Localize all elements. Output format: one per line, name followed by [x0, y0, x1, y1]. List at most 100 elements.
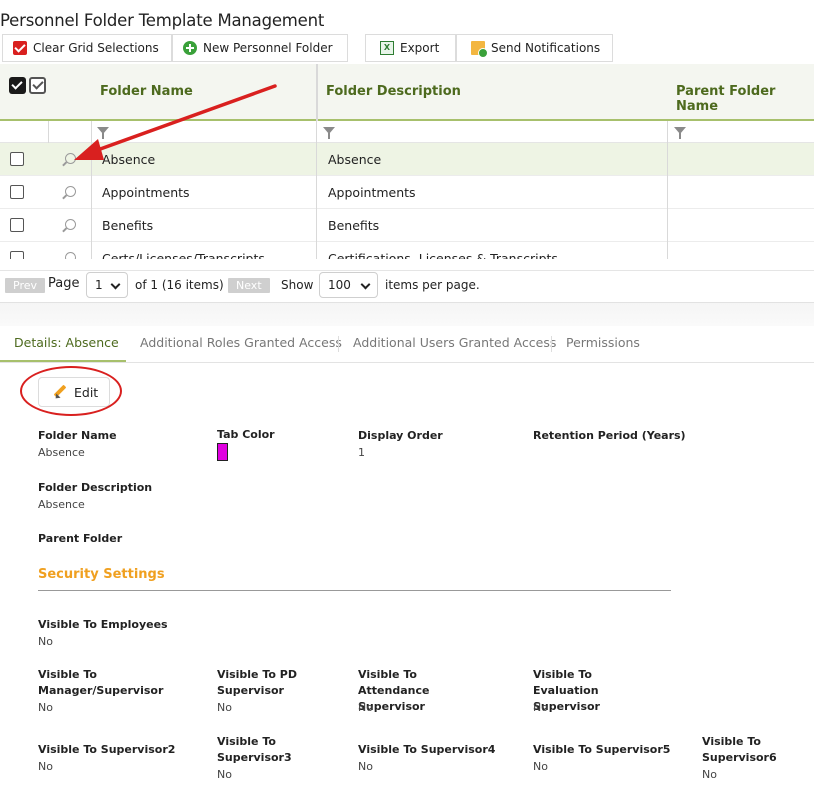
filter-icon[interactable]: [674, 127, 686, 139]
view-details-icon[interactable]: [65, 252, 76, 259]
column-divider: [91, 143, 92, 259]
folder-name-value: Absence: [38, 446, 85, 459]
tab-color-swatch: [217, 443, 228, 461]
visible-to-supervisor4-value: No: [358, 760, 373, 773]
page-count-text: of 1 (16 items): [135, 278, 224, 292]
visible-to-attendance-value: No: [358, 701, 373, 714]
select-all-checkbox[interactable]: [9, 77, 26, 94]
send-notifications-button[interactable]: Send Notifications: [456, 34, 613, 62]
table-row[interactable]: Certs/Licenses/Transcripts Certification…: [0, 242, 814, 259]
folder-name-label: Folder Name: [38, 429, 117, 442]
show-label: Show: [281, 278, 314, 292]
filter-icon[interactable]: [323, 127, 335, 139]
table-row[interactable]: Appointments Appointments: [0, 176, 814, 209]
column-divider: [316, 64, 318, 121]
pager: Prev Page 1 of 1 (16 items) Next Show 10…: [0, 270, 814, 300]
excel-icon: X: [380, 41, 394, 55]
export-label: Export: [400, 41, 440, 55]
export-button[interactable]: X Export: [365, 34, 456, 62]
visible-to-manager-value: No: [38, 701, 53, 714]
filter-icon[interactable]: [97, 127, 109, 139]
prev-page-button[interactable]: Prev: [5, 278, 45, 293]
page-select[interactable]: 1: [86, 272, 128, 298]
table-row[interactable]: Absence Absence: [0, 143, 814, 176]
divider-band: [0, 302, 814, 326]
security-settings-title: Security Settings: [38, 567, 165, 582]
visible-to-evaluation-value: No: [533, 701, 548, 714]
column-header-parent-folder-name[interactable]: Parent Folder Name: [676, 84, 814, 114]
visible-to-supervisor2-value: No: [38, 760, 53, 773]
tab-additional-users[interactable]: Additional Users Granted Access: [353, 335, 556, 350]
tab-divider: [338, 336, 339, 352]
row-checkbox[interactable]: [10, 152, 24, 166]
row-checkbox[interactable]: [10, 251, 24, 259]
new-personnel-folder-label: New Personnel Folder: [203, 41, 333, 55]
visible-to-employees-label: Visible To Employees: [38, 618, 168, 631]
column-header-folder-description[interactable]: Folder Description: [326, 84, 461, 99]
visible-to-supervisor2-label: Visible To Supervisor2: [38, 743, 176, 756]
clear-grid-selections-button[interactable]: Clear Grid Selections: [2, 34, 172, 62]
cell-folder-description: Appointments: [328, 185, 416, 200]
table-row[interactable]: Benefits Benefits: [0, 209, 814, 242]
next-page-button[interactable]: Next: [228, 278, 270, 293]
view-details-icon[interactable]: [65, 219, 76, 230]
visible-to-manager-label: Visible To Manager/Supervisor: [38, 668, 164, 697]
clear-grid-selections-label: Clear Grid Selections: [33, 41, 159, 55]
view-details-icon[interactable]: [65, 153, 76, 164]
view-details-icon[interactable]: [65, 186, 76, 197]
tab-divider: [551, 336, 552, 352]
row-checkbox[interactable]: [10, 218, 24, 232]
active-tab-indicator: [0, 360, 126, 362]
display-order-label: Display Order: [358, 429, 443, 442]
visible-to-supervisor4-label: Visible To Supervisor4: [358, 743, 496, 756]
column-divider: [667, 143, 668, 259]
visible-to-supervisor5-value: No: [533, 760, 548, 773]
visible-to-supervisor6-value: No: [702, 768, 717, 781]
grid-body: Absence Absence Appointments Appointment…: [0, 143, 814, 259]
column-divider: [316, 121, 317, 143]
cell-folder-name: Appointments: [102, 185, 190, 200]
visible-to-supervisor5-label: Visible To Supervisor5: [533, 743, 671, 756]
row-checkbox[interactable]: [10, 185, 24, 199]
visible-to-pd-label: Visible To PD Supervisor: [217, 668, 297, 697]
column-divider: [316, 143, 317, 259]
add-icon: [183, 41, 197, 55]
section-divider: [38, 590, 671, 591]
visible-to-attendance-label: Visible To Attendance Supervisor: [358, 668, 430, 713]
new-personnel-folder-button[interactable]: New Personnel Folder: [172, 34, 348, 62]
cell-folder-name: Absence: [102, 152, 156, 167]
tab-additional-roles[interactable]: Additional Roles Granted Access: [140, 335, 342, 350]
send-notifications-label: Send Notifications: [491, 41, 601, 55]
filter-row: [0, 121, 814, 143]
cell-folder-description: Certifications, Licenses & Transcripts: [328, 251, 558, 259]
column-divider: [667, 121, 668, 143]
tab-permissions[interactable]: Permissions: [566, 335, 640, 350]
folder-description-label: Folder Description: [38, 481, 153, 494]
cell-folder-description: Benefits: [328, 218, 380, 233]
visible-to-supervisor3-label: Visible To Supervisor3: [217, 735, 292, 764]
checkbox-icon: [13, 41, 27, 55]
visible-to-supervisor6-label: Visible To Supervisor6: [702, 735, 777, 764]
visible-to-pd-value: No: [217, 701, 232, 714]
annotation-circle: [20, 366, 122, 416]
detail-tabs: Details: Absence Additional Roles Grante…: [0, 326, 814, 363]
column-divider: [48, 121, 49, 143]
column-header-folder-name[interactable]: Folder Name: [100, 84, 193, 99]
tab-color-label: Tab Color: [217, 428, 275, 441]
items-per-page-select[interactable]: 100: [319, 272, 378, 298]
envelope-icon: [471, 41, 488, 58]
cell-folder-description: Absence: [328, 152, 382, 167]
page-title: Personnel Folder Template Management: [0, 11, 325, 30]
visible-to-employees-value: No: [38, 635, 53, 648]
folder-description-value: Absence: [38, 498, 85, 511]
page-label: Page: [48, 276, 80, 291]
retention-period-label: Retention Period (Years): [533, 429, 686, 442]
tab-details[interactable]: Details: Absence: [14, 335, 119, 350]
select-page-checkbox[interactable]: [29, 77, 46, 94]
visible-to-evaluation-label: Visible To Evaluation Supervisor: [533, 668, 600, 713]
display-order-value: 1: [358, 446, 365, 459]
column-divider: [91, 121, 92, 143]
visible-to-supervisor3-value: No: [217, 768, 232, 781]
parent-folder-label: Parent Folder: [38, 532, 123, 545]
items-per-page-text: items per page.: [385, 278, 480, 292]
